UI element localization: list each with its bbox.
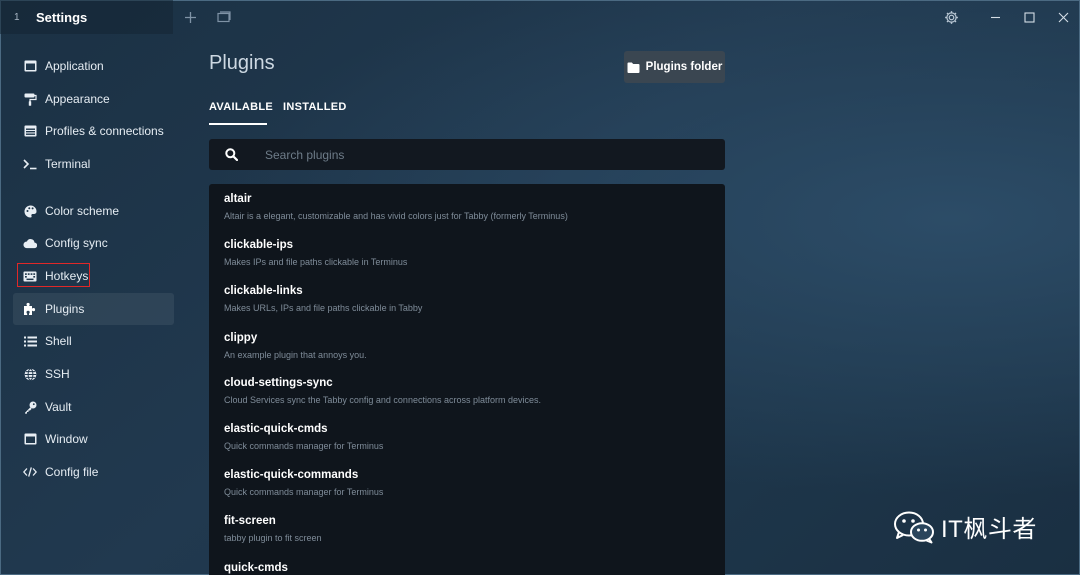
code-icon	[23, 465, 37, 479]
plus-icon	[184, 11, 196, 23]
watermark: IT枫斗者	[893, 509, 1037, 544]
watermark-text: IT枫斗者	[941, 516, 1037, 543]
sidebar-item-appearance[interactable]: Appearance	[13, 83, 174, 115]
sidebar-item-label: SSH	[45, 367, 70, 381]
window-list-icon	[23, 124, 37, 138]
plugin-description: Quick commands manager for Terminus	[224, 487, 384, 497]
plugin-item-clickable-links[interactable]: clickable-links Makes URLs, IPs and file…	[224, 285, 422, 313]
plugin-name: quick-cmds	[224, 562, 288, 574]
sidebar-item-label: Window	[45, 432, 88, 446]
plugin-description: Makes URLs, IPs and file paths clickable…	[224, 303, 423, 313]
plugin-item-elastic-quick-commands[interactable]: elastic-quick-commands Quick commands ma…	[224, 469, 383, 497]
plugins-folder-button[interactable]: Plugins folder	[624, 51, 725, 83]
close-button[interactable]	[1046, 0, 1080, 34]
sidebar-item-profiles[interactable]: Profiles & connections	[13, 115, 174, 147]
plugin-name: cloud-settings-sync	[224, 377, 333, 389]
tab-available[interactable]: AVAILABLE	[209, 101, 273, 113]
sidebar-item-label: Plugins	[45, 302, 85, 316]
sidebar-item-vault[interactable]: Vault	[13, 391, 174, 423]
sidebar-item-label: Config sync	[45, 236, 108, 250]
gear-icon	[944, 10, 958, 24]
wechat-icon	[894, 511, 934, 543]
sidebar-item-shell[interactable]: Shell	[13, 325, 174, 357]
cloud-icon	[23, 236, 37, 250]
sidebar-item-plugins[interactable]: Plugins	[13, 293, 174, 325]
settings-button[interactable]	[934, 0, 968, 34]
sidebar-item-label: Color scheme	[45, 204, 120, 218]
new-tab-button[interactable]	[173, 0, 207, 34]
folder-icon	[627, 62, 640, 73]
sidebar-item-application[interactable]: Application	[13, 50, 174, 82]
sidebar-item-ssh[interactable]: SSH	[13, 358, 174, 390]
tab-installed[interactable]: INSTALLED	[283, 101, 347, 113]
plugin-item-altair[interactable]: altair Altair is a elegant, customizable…	[224, 193, 568, 221]
plugin-item-clickable-ips[interactable]: clickable-ips Makes IPs and file paths c…	[224, 239, 407, 267]
tab-index: 1	[14, 11, 20, 23]
paint-roller-icon	[23, 92, 37, 106]
plugin-item-cloud-settings-sync[interactable]: cloud-settings-sync Cloud Services sync …	[224, 377, 541, 405]
plugin-description: An example plugin that annoys you.	[224, 350, 367, 360]
window-icon	[23, 432, 37, 446]
sidebar-item-label: Config file	[45, 465, 99, 479]
title-bar: 1 Settings	[0, 0, 1080, 34]
plugin-description: Quick commands manager for Terminus	[224, 441, 384, 451]
palette-icon	[23, 204, 37, 218]
plugin-name: elastic-quick-commands	[224, 469, 359, 481]
plugin-description: Cloud Services sync the Tabby config and…	[224, 395, 541, 405]
plugin-name: clippy	[224, 332, 258, 344]
plugin-item-elastic-quick-cmds[interactable]: elastic-quick-cmds Quick commands manage…	[224, 423, 383, 451]
terminal-icon	[23, 157, 37, 171]
maximize-icon	[1023, 11, 1035, 23]
tab-title: Settings	[36, 9, 88, 25]
close-icon	[1058, 12, 1068, 22]
plugin-list: altair Altair is a elegant, customizable…	[209, 184, 725, 575]
puzzle-icon	[23, 302, 37, 316]
plugins-folder-label: Plugins folder	[645, 61, 723, 73]
sidebar-item-color-scheme[interactable]: Color scheme	[13, 195, 174, 227]
search-input[interactable]	[253, 139, 725, 170]
minimize-icon	[990, 16, 1000, 18]
minimize-button[interactable]	[978, 0, 1012, 34]
sidebar-item-label: Application	[45, 59, 104, 73]
window-icon	[23, 59, 37, 73]
sidebar-item-config-sync[interactable]: Config sync	[13, 227, 174, 259]
plugin-name: altair	[224, 193, 252, 205]
page-title: Plugins	[209, 52, 275, 74]
plugins-highlight-annotation	[17, 263, 90, 287]
search-icon	[209, 148, 253, 161]
sidebar-item-label: Vault	[45, 400, 72, 414]
search-bar	[209, 139, 725, 170]
sidebar-item-label: Profiles & connections	[45, 124, 164, 138]
active-tab-indicator	[209, 123, 267, 125]
plugin-description: tabby plugin to fit screen	[224, 533, 322, 543]
sidebar-item-label: Appearance	[45, 92, 110, 106]
key-icon	[23, 400, 37, 414]
plugin-item-quick-cmds[interactable]: quick-cmds	[224, 562, 288, 574]
sidebar-item-label: Shell	[45, 334, 72, 348]
maximize-button[interactable]	[1012, 0, 1046, 34]
sidebar-item-config-file[interactable]: Config file	[13, 456, 174, 488]
tab-list-button[interactable]	[207, 0, 241, 34]
tab-settings[interactable]: 1 Settings	[0, 0, 173, 34]
plugin-description: Makes IPs and file paths clickable in Te…	[224, 257, 408, 267]
sidebar-item-terminal[interactable]: Terminal	[13, 148, 174, 180]
plugin-name: clickable-ips	[224, 239, 294, 251]
plugin-item-fit-screen[interactable]: fit-screen tabby plugin to fit screen	[224, 515, 322, 543]
globe-icon	[23, 367, 37, 381]
plugin-name: clickable-links	[224, 285, 303, 297]
plugin-item-clippy[interactable]: clippy An example plugin that annoys you…	[224, 332, 367, 360]
settings-sidebar: Application Appearance Profiles & connec…	[0, 34, 180, 575]
plugin-name: elastic-quick-cmds	[224, 423, 328, 435]
plugin-name: fit-screen	[224, 515, 276, 527]
sidebar-item-window[interactable]: Window	[13, 423, 174, 455]
sidebar-item-label: Terminal	[45, 157, 91, 171]
list-icon	[23, 334, 37, 348]
plugin-description: Altair is a elegant, customizable and ha…	[224, 211, 568, 221]
windows-icon	[217, 11, 231, 23]
